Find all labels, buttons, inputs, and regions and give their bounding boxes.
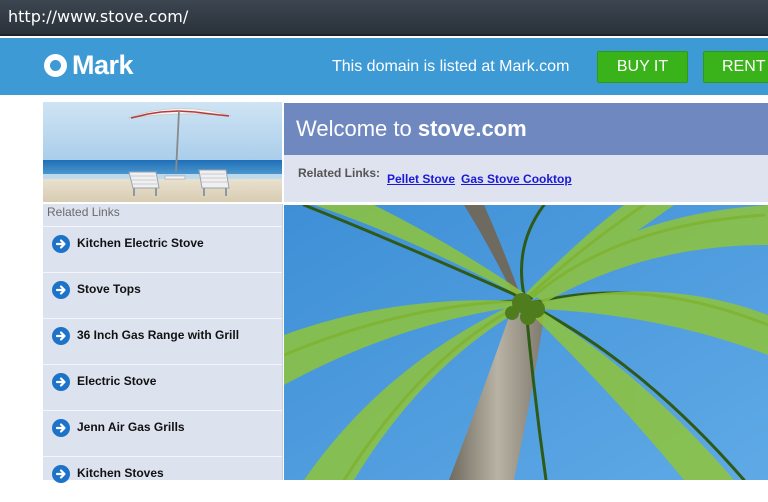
related-links-sidebar: Related Links Kitchen Electric Stove Sto… (43, 204, 283, 483)
link-pellet-stove[interactable]: Pellet Stove (387, 172, 455, 186)
sidebar-item-label: Electric Stove (77, 374, 157, 388)
related-links-label: Related Links: (298, 166, 381, 180)
beach-image (43, 102, 282, 202)
sidebar-item-label: Jenn Air Gas Grills (77, 420, 185, 434)
sidebar-item-jenn-air-gas-grills[interactable]: Jenn Air Gas Grills (43, 410, 282, 456)
related-links-strip: Related Links: Pellet Stove Gas Stove Co… (284, 155, 768, 203)
browser-url-bar[interactable]: http://www.stove.com/ (0, 0, 768, 36)
buy-it-button[interactable]: BUY IT (597, 51, 688, 83)
link-gas-stove-cooktop[interactable]: Gas Stove Cooktop (461, 172, 572, 186)
sidebar-item-label: 36 Inch Gas Range with Grill (77, 328, 240, 342)
sidebar-item-kitchen-stoves[interactable]: Kitchen Stoves (43, 456, 282, 502)
logo-text: Mark (72, 49, 134, 80)
mark-logo[interactable]: Mark (44, 49, 134, 80)
welcome-title: Welcome to stove.com (296, 116, 527, 142)
listed-notice: This domain is listed at Mark.com (332, 58, 570, 75)
sidebar-item-label: Kitchen Stoves (77, 466, 164, 480)
domain-banner: Mark This domain is listed at Mark.com B… (0, 38, 768, 95)
sidebar-heading: Related Links (47, 205, 120, 219)
sidebar-item-electric-stove[interactable]: Electric Stove (43, 364, 282, 410)
arrow-right-circle-icon (52, 327, 70, 345)
sidebar-item-36-inch-gas-range[interactable]: 36 Inch Gas Range with Grill (43, 318, 282, 364)
welcome-header: Welcome to stove.com (284, 103, 768, 155)
rent-button[interactable]: RENT (703, 51, 768, 83)
url-text[interactable]: http://www.stove.com/ (8, 7, 188, 26)
arrow-right-circle-icon (52, 281, 70, 299)
arrow-right-circle-icon (52, 235, 70, 253)
welcome-prefix: Welcome to (296, 116, 418, 141)
arrow-right-circle-icon (52, 465, 70, 483)
arrow-right-circle-icon (52, 419, 70, 437)
welcome-domain: stove.com (417, 116, 527, 141)
sidebar-item-stove-tops[interactable]: Stove Tops (43, 272, 282, 318)
sidebar-item-label: Stove Tops (77, 282, 141, 296)
ring-logo-icon (44, 53, 67, 77)
sidebar-item-kitchen-electric-stove[interactable]: Kitchen Electric Stove (43, 226, 282, 272)
arrow-right-circle-icon (52, 373, 70, 391)
palm-tree-image (284, 205, 768, 480)
sidebar-item-label: Kitchen Electric Stove (77, 236, 204, 250)
